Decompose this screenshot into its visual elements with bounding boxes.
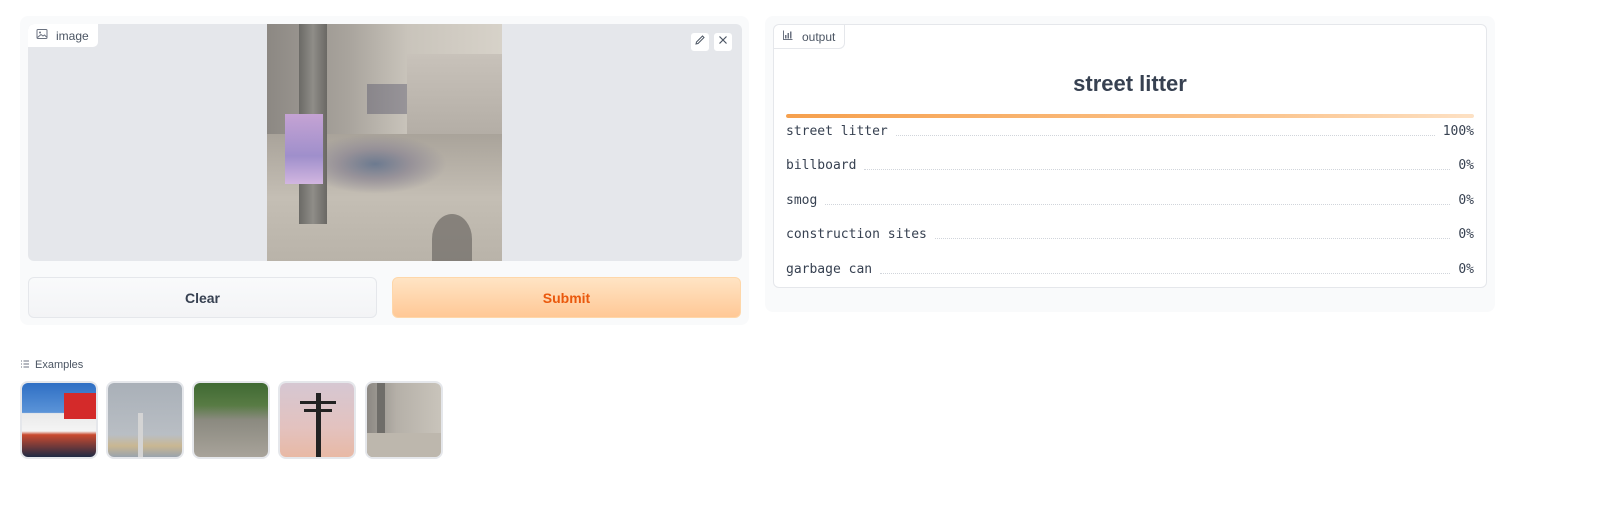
confidence-bar-fill xyxy=(786,114,1474,118)
examples-header: Examples xyxy=(20,357,83,373)
confidence-row: garbage can 0% xyxy=(786,259,1474,279)
confidence-value: 0% xyxy=(1458,157,1474,173)
bar-chart-icon xyxy=(782,29,794,44)
remove-image-button[interactable] xyxy=(713,32,733,52)
output-label-text: output xyxy=(802,29,836,44)
uploaded-image xyxy=(267,24,502,261)
output-label-box: output street litter street litter 100% … xyxy=(773,24,1487,288)
examples-label: Examples xyxy=(35,359,84,371)
confidence-value: 0% xyxy=(1458,261,1474,277)
confidence-value: 0% xyxy=(1458,192,1474,208)
image-label-text: image xyxy=(56,28,89,43)
image-upload-area[interactable]: image xyxy=(28,24,742,261)
confidence-label: smog xyxy=(786,192,818,208)
confidence-label: garbage can xyxy=(786,261,873,277)
clear-button[interactable]: Clear xyxy=(28,277,377,318)
confidence-row: street litter 100% xyxy=(786,121,1474,141)
predicted-label: street litter xyxy=(1073,71,1187,96)
confidence-label: construction sites xyxy=(786,226,927,242)
confidence-value: 100% xyxy=(1442,123,1474,139)
confidence-bar xyxy=(786,114,1474,118)
pencil-icon xyxy=(694,33,706,51)
image-icon xyxy=(36,28,48,43)
image-block-label: image xyxy=(28,24,99,48)
close-icon xyxy=(717,33,729,51)
confidence-value: 0% xyxy=(1458,226,1474,242)
confidence-label: street litter xyxy=(786,123,888,139)
submit-button[interactable]: Submit xyxy=(392,277,741,318)
example-thumbnail-power-pole[interactable] xyxy=(278,381,356,459)
output-panel: output street litter street litter 100% … xyxy=(765,16,1495,312)
example-thumbnail-street-litter[interactable] xyxy=(192,381,270,459)
example-thumbnail-smog[interactable] xyxy=(106,381,184,459)
confidence-label: billboard xyxy=(786,157,857,173)
confidence-row: billboard 0% xyxy=(786,155,1474,175)
input-panel: image Clear Submit xyxy=(20,16,749,325)
edit-image-button[interactable] xyxy=(690,32,710,52)
output-block-label: output xyxy=(774,25,846,49)
example-thumbnail-street-wall[interactable] xyxy=(365,381,443,459)
example-thumbnail-billboard[interactable] xyxy=(20,381,98,459)
confidence-row: construction sites 0% xyxy=(786,224,1474,244)
confidence-row: smog 0% xyxy=(786,190,1474,210)
list-icon xyxy=(20,359,30,372)
